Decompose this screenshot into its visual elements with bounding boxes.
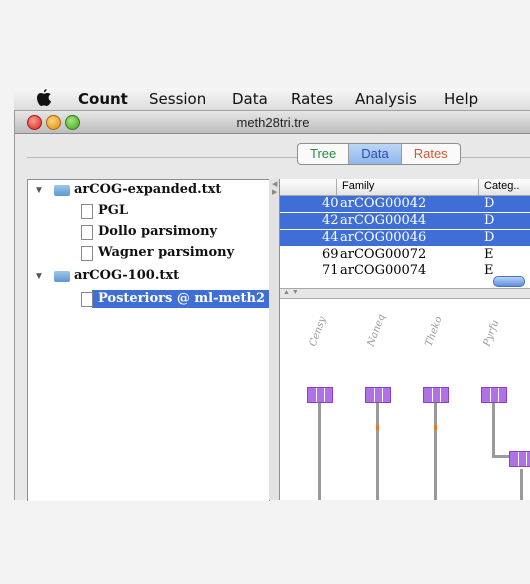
main-window: meth28tri.tre Tree Data Rates ▼ arCOG-ex… <box>14 111 530 501</box>
data-pane: Family Categ.. 40 arCOG00042 D 42 arCOG0… <box>279 179 530 500</box>
tree-item-posteriors[interactable]: Posteriors @ ml-meth2 <box>98 291 265 306</box>
table-header: Family Categ.. <box>280 179 530 196</box>
folder-icon <box>54 185 70 196</box>
taxon-label: Censy <box>307 315 329 348</box>
scroll-thumb[interactable] <box>493 276 525 287</box>
disclosure-triangle-icon[interactable]: ▼ <box>34 185 44 196</box>
document-icon <box>81 246 93 261</box>
taxon-label: Pyrfu <box>481 318 502 348</box>
node-box[interactable] <box>481 387 507 403</box>
branch <box>376 399 379 500</box>
tab-data[interactable]: Data <box>349 144 402 164</box>
table-row[interactable]: 71 arCOG00074 E <box>280 263 530 275</box>
column-family[interactable]: Family <box>342 180 374 192</box>
disclosure-triangle-icon[interactable]: ▼ <box>34 271 44 282</box>
branch <box>434 399 437 500</box>
title-bar: meth28tri.tre <box>15 111 530 134</box>
splitter-arrows-icon[interactable]: ◀ ▶ <box>272 181 277 197</box>
table-row[interactable]: 40 arCOG00042 D <box>280 196 530 212</box>
menu-rates[interactable]: Rates <box>291 90 333 108</box>
menu-bar: Count Session Data Rates Analysis Help <box>14 88 530 111</box>
taxon-label: Naneq <box>365 312 388 348</box>
vertical-splitter[interactable]: ▲ ▼ <box>280 288 530 299</box>
node-box[interactable] <box>307 387 333 403</box>
splitter-arrows-icon[interactable]: ▲ ▼ <box>283 289 299 296</box>
pane-splitter[interactable]: ◀ ▶ <box>269 179 279 500</box>
view-tabs: Tree Data Rates <box>297 143 461 165</box>
tab-tree[interactable]: Tree <box>298 144 350 164</box>
tree-item-dataset[interactable]: arCOG-expanded.txt <box>74 182 221 197</box>
session-tree: ▼ arCOG-expanded.txt PGL Dollo parsimony… <box>27 179 270 501</box>
column-category[interactable]: Categ.. <box>484 180 519 192</box>
node-box[interactable] <box>423 387 449 403</box>
branch <box>520 469 523 500</box>
change-marker <box>376 425 379 430</box>
menu-analysis[interactable]: Analysis <box>355 90 417 108</box>
menu-data[interactable]: Data <box>232 90 268 108</box>
document-icon <box>81 292 93 307</box>
menu-session[interactable]: Session <box>149 90 206 108</box>
tree-item-wagner[interactable]: Wagner parsimony <box>98 245 234 260</box>
window-title: meth28tri.tre <box>236 115 310 130</box>
menu-help[interactable]: Help <box>444 90 478 108</box>
document-icon <box>81 204 93 219</box>
tree-item-dataset[interactable]: arCOG-100.txt <box>74 268 179 283</box>
app-menu[interactable]: Count <box>78 90 128 108</box>
branch <box>318 399 321 500</box>
tab-rates[interactable]: Rates <box>402 144 460 164</box>
table-row[interactable]: 44 arCOG00046 D <box>280 230 530 246</box>
apple-menu-icon[interactable] <box>36 89 52 111</box>
table-row[interactable]: 42 arCOG00044 D <box>280 213 530 229</box>
taxon-label: Theko <box>423 315 445 348</box>
node-box[interactable] <box>365 387 391 403</box>
change-marker <box>434 425 437 430</box>
table-row[interactable]: 69 arCOG00072 E <box>280 247 530 263</box>
branch <box>492 399 495 455</box>
node-box[interactable] <box>509 451 530 467</box>
tree-item-dollo[interactable]: Dollo parsimony <box>98 224 217 239</box>
tree-item-pgl[interactable]: PGL <box>98 203 128 218</box>
document-icon <box>81 225 93 240</box>
folder-icon <box>54 271 70 282</box>
